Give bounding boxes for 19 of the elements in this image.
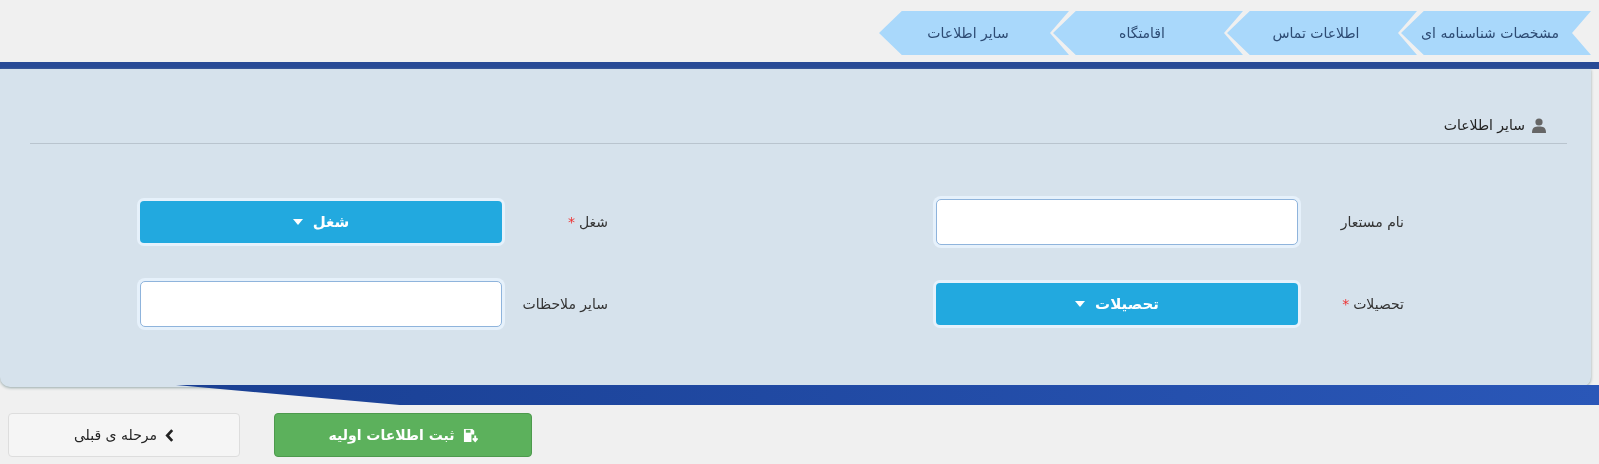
back-button[interactable]: مرحله ی قبلی bbox=[8, 413, 240, 457]
caret-icon bbox=[1075, 301, 1086, 307]
step-tab[interactable]: مشخصات شناسنامه ای bbox=[1401, 11, 1591, 55]
step-tab[interactable]: سایر اطلاعات bbox=[879, 11, 1069, 55]
step-tab[interactable]: اقامتگاه bbox=[1053, 11, 1243, 55]
save-icon bbox=[462, 427, 478, 443]
field-label: سایر ملاحظات bbox=[522, 296, 608, 312]
caret-icon bbox=[292, 219, 303, 225]
user-icon bbox=[1531, 117, 1547, 133]
chevron-icon bbox=[165, 428, 175, 442]
required-mark: * bbox=[567, 214, 575, 230]
field-label: شغل bbox=[578, 214, 608, 230]
field-label: نام مستعار bbox=[1340, 214, 1404, 230]
section-title: سایر اطلاعات bbox=[1443, 117, 1525, 133]
input-field[interactable] bbox=[140, 281, 502, 327]
required-mark: * bbox=[1342, 296, 1350, 312]
field-label: تحصیلات bbox=[1353, 296, 1404, 312]
input-field[interactable] bbox=[936, 199, 1298, 245]
step-tab[interactable]: اطلاعات تماس bbox=[1227, 11, 1417, 55]
